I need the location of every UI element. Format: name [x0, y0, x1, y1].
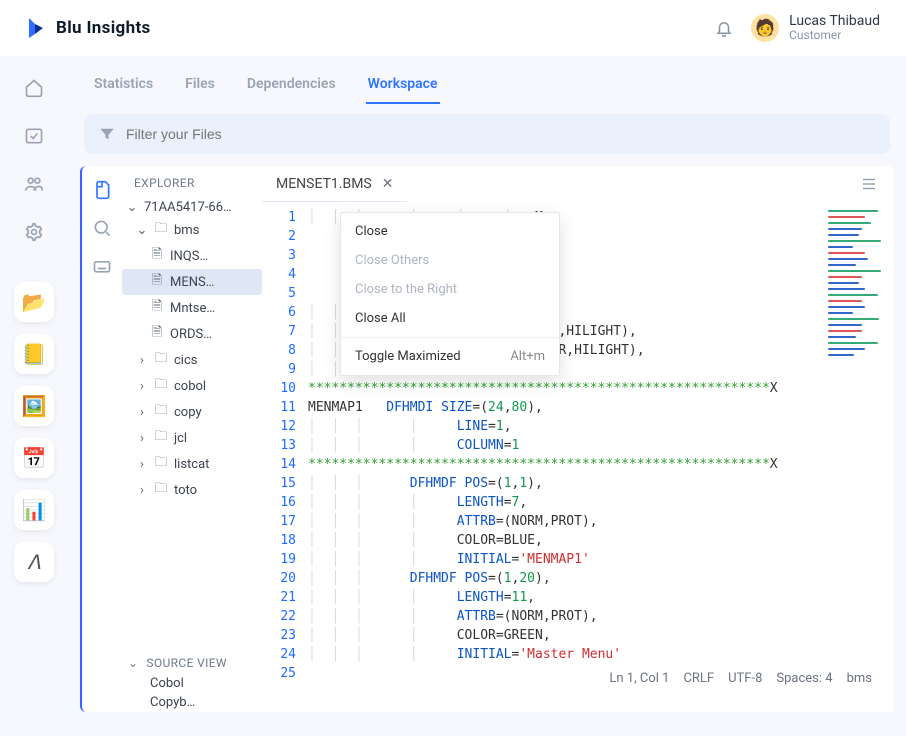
avatar: 🧑 [751, 14, 779, 42]
ctx-close-others: Close Others [341, 246, 559, 275]
keyboard-icon[interactable] [92, 256, 112, 276]
users-icon[interactable] [16, 166, 52, 202]
brand[interactable]: Blu Insights [26, 16, 151, 40]
explorer-header: EXPLORER [122, 166, 262, 198]
tile-notes-icon[interactable]: 📒 [14, 334, 54, 374]
brand-logo-icon [26, 16, 46, 40]
file-tree: ⌄71AA5417-66… ⌄🗀bms 🗎INQS… 🗎MENS… 🗎Mntse… [122, 198, 262, 648]
brand-name: Blu Insights [56, 18, 151, 38]
gear-icon[interactable] [16, 214, 52, 250]
home-icon[interactable] [16, 70, 52, 106]
editor-tabs: MENSET1.BMS ✕ [262, 166, 894, 202]
status-spaces[interactable]: Spaces: 4 [776, 671, 832, 686]
editor-tab-menset[interactable]: MENSET1.BMS ✕ [262, 166, 407, 202]
list-view-icon[interactable] [860, 175, 894, 193]
tab-statistics[interactable]: Statistics [92, 70, 155, 104]
file-ords[interactable]: 🗎ORDS… [122, 321, 262, 347]
status-encoding[interactable]: UTF-8 [728, 671, 762, 686]
tab-files[interactable]: Files [183, 70, 217, 104]
tile-compass-icon[interactable]: 𝛬 [14, 542, 54, 582]
file-inqs[interactable]: 🗎INQS… [122, 243, 262, 269]
folder-toto[interactable]: ›🗀toto [122, 477, 262, 503]
file-mntse[interactable]: 🗎Mntse… [122, 295, 262, 321]
tile-calendar-icon[interactable]: 📅 [14, 438, 54, 478]
tile-folder-yellow-icon[interactable]: 📂 [14, 282, 54, 322]
status-pos[interactable]: Ln 1, Col 1 [609, 671, 669, 686]
folder-cics[interactable]: ›🗀cics [122, 347, 262, 373]
source-view-header[interactable]: ⌄SOURCE VIEW [122, 648, 262, 674]
tile-chart-icon[interactable]: 📊 [14, 490, 54, 530]
source-view-copyb[interactable]: Copyb… [122, 693, 262, 712]
ctx-separator [341, 337, 559, 338]
filter-icon [98, 125, 116, 143]
ctx-close-all[interactable]: Close All [341, 304, 559, 333]
tab-context-menu: Close Close Others Close to the Right Cl… [340, 212, 560, 376]
source-view-cobol[interactable]: Cobol [122, 674, 262, 693]
status-bar: Ln 1, Col 1 CRLF UTF-8 Spaces: 4 bms [609, 671, 872, 686]
folder-copy[interactable]: ›🗀copy [122, 399, 262, 425]
user-block[interactable]: 🧑 Lucas Thibaud Customer [751, 14, 880, 43]
tab-workspace[interactable]: Workspace [366, 70, 440, 104]
user-role: Customer [789, 29, 880, 42]
files-icon[interactable] [92, 180, 112, 200]
ctx-close[interactable]: Close [341, 217, 559, 246]
editor-tab-label: MENSET1.BMS [276, 176, 372, 192]
activity-bar [82, 166, 122, 712]
ctx-toggle-maximized[interactable]: Toggle MaximizedAlt+m [341, 342, 559, 371]
user-name: Lucas Thibaud [789, 14, 880, 29]
bell-icon[interactable] [715, 19, 733, 37]
topbar: Blu Insights 🧑 Lucas Thibaud Customer [0, 0, 906, 56]
folder-cobol[interactable]: ›🗀cobol [122, 373, 262, 399]
folder-listcat[interactable]: ›🗀listcat [122, 451, 262, 477]
status-lang[interactable]: bms [847, 671, 872, 686]
left-rail: 📂 📒 🖼️ 📅 📊 𝛬 [0, 56, 68, 736]
search-icon[interactable] [92, 218, 112, 238]
status-eol[interactable]: CRLF [683, 671, 714, 686]
main-tabs: Statistics Files Dependencies Workspace [68, 56, 906, 104]
explorer-panel: EXPLORER ⌄71AA5417-66… ⌄🗀bms 🗎INQS… 🗎MEN… [122, 166, 262, 712]
folder-bms[interactable]: ⌄🗀bms [122, 217, 262, 243]
tab-dependencies[interactable]: Dependencies [245, 70, 338, 104]
ctx-close-right: Close to the Right [341, 275, 559, 304]
tile-picture-icon[interactable]: 🖼️ [14, 386, 54, 426]
minimap[interactable] [824, 202, 894, 712]
check-icon[interactable] [16, 118, 52, 154]
filter-input[interactable] [126, 126, 876, 142]
editor: MENSET1.BMS ✕ 12345678910111213141516171… [262, 166, 894, 712]
close-icon[interactable]: ✕ [382, 176, 394, 192]
tree-root[interactable]: ⌄71AA5417-66… [122, 198, 262, 217]
filter-bar[interactable] [84, 114, 890, 154]
file-mens[interactable]: 🗎MENS… [122, 269, 262, 295]
folder-jcl[interactable]: ›🗀jcl [122, 425, 262, 451]
workspace: EXPLORER ⌄71AA5417-66… ⌄🗀bms 🗎INQS… 🗎MEN… [80, 166, 894, 712]
gutter: 1234567891011121314151617181920212223242… [262, 202, 304, 712]
code-area[interactable]: 1234567891011121314151617181920212223242… [262, 202, 894, 712]
